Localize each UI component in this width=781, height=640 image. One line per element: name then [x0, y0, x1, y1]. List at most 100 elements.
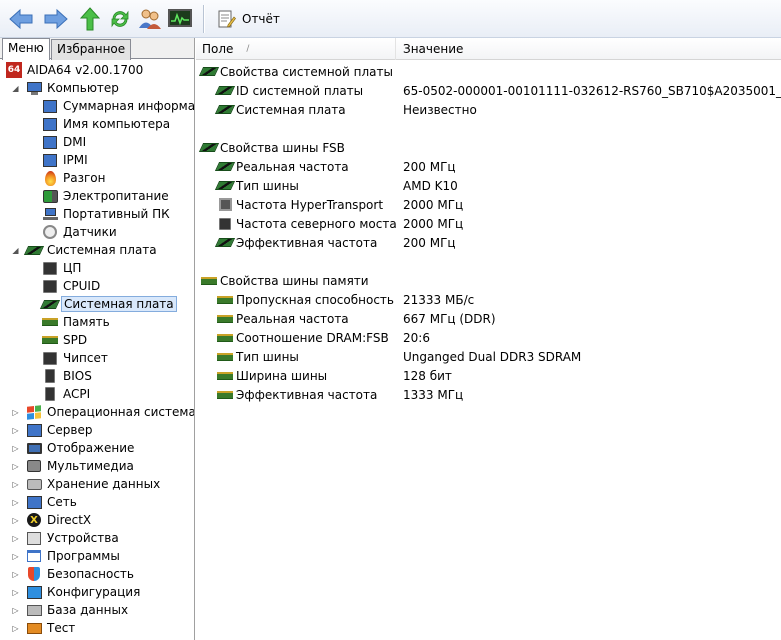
expand-arrow-icon[interactable]: ▷ — [11, 462, 20, 471]
toolbar-separator — [203, 5, 204, 33]
report-icon — [218, 10, 236, 28]
tree-item[interactable]: IPMI — [42, 151, 90, 169]
group-header-row[interactable]: Свойства системной платы — [196, 62, 781, 81]
tree-item[interactable]: ◢ Системная плата — [12, 241, 159, 259]
tree-item[interactable]: Суммарная информация — [42, 97, 194, 115]
up-button[interactable] — [76, 5, 104, 33]
tree-item-label: Конфигурация — [47, 585, 141, 599]
chip-icon — [217, 217, 233, 231]
property-value: 20:6 — [403, 330, 430, 345]
tree-item[interactable]: Память — [42, 313, 112, 331]
tree-item-label: Операционная система — [47, 405, 195, 419]
database-icon — [26, 602, 42, 618]
property-row[interactable]: Реальная частота 200 МГц — [196, 157, 781, 176]
tree-item[interactable]: ▷ База данных — [12, 601, 130, 619]
tree-item[interactable]: BIOS — [42, 367, 94, 385]
forward-button[interactable] — [42, 5, 70, 33]
config-icon — [26, 584, 42, 600]
expand-arrow-icon[interactable]: ▷ — [11, 534, 20, 543]
report-button[interactable]: Отчёт — [212, 6, 284, 32]
tree-item[interactable]: ▷ Устройства — [12, 529, 121, 547]
property-row[interactable]: Реальная частота 667 МГц (DDR) — [196, 309, 781, 328]
column-divider[interactable] — [395, 38, 396, 60]
property-name: Ширина шины — [236, 368, 328, 383]
expand-arrow-icon[interactable]: ▷ — [11, 426, 20, 435]
motherboard-icon — [214, 179, 236, 193]
tree-item[interactable]: ▷ Сеть — [12, 493, 79, 511]
expand-arrow-icon[interactable]: ▷ — [11, 516, 20, 525]
tree-item[interactable]: ▷ Безопасность — [12, 565, 136, 583]
tree-item[interactable]: Электропитание — [42, 187, 171, 205]
tree-item[interactable]: Разгон — [42, 169, 107, 187]
tree-item[interactable]: ▷ Конфигурация — [12, 583, 142, 601]
sensor-icon — [42, 224, 58, 240]
expand-arrow-icon[interactable]: ▷ — [11, 498, 20, 507]
group-header-row[interactable]: Свойства шины FSB — [196, 138, 781, 157]
expand-arrow-icon[interactable]: ▷ — [11, 588, 20, 597]
users-button[interactable] — [136, 5, 164, 33]
expand-arrow-icon[interactable]: ▷ — [11, 408, 20, 417]
tree-item[interactable]: ЦП — [42, 259, 83, 277]
aida-icon: 64 — [6, 62, 22, 78]
collapse-arrow-icon[interactable]: ◢ — [11, 84, 20, 93]
property-row[interactable]: Системная плата Неизвестно — [196, 100, 781, 119]
property-row[interactable]: Частота HyperTransport 2000 МГц — [196, 195, 781, 214]
tree-item-label: Сервер — [47, 423, 93, 437]
expand-arrow-icon[interactable]: ▷ — [11, 444, 20, 453]
tree-item-label: Тест — [47, 621, 76, 635]
tree-item[interactable]: ACPI — [42, 385, 92, 403]
property-row[interactable]: Пропускная способность 21333 МБ/с — [196, 290, 781, 309]
tree-item[interactable]: Системная плата — [39, 295, 177, 313]
group-header-row[interactable]: Свойства шины памяти — [196, 271, 781, 290]
column-value-header[interactable]: Значение — [403, 38, 463, 60]
report-label: Отчёт — [242, 12, 280, 26]
tree-item[interactable]: Портативный ПК — [42, 205, 172, 223]
property-value: Unganged Dual DDR3 SDRAM — [403, 349, 582, 364]
property-row[interactable]: Ширина шины 128 бит — [196, 366, 781, 385]
monitor-button[interactable] — [166, 5, 194, 33]
up-icon — [80, 7, 100, 31]
tree-item[interactable]: ◢ Компьютер — [12, 79, 121, 97]
refresh-button[interactable] — [106, 5, 134, 33]
property-row[interactable]: Тип шины AMD K10 — [196, 176, 781, 195]
tree-item[interactable]: Датчики — [42, 223, 119, 241]
tree-item-label: ЦП — [63, 261, 82, 275]
property-name: Пропускная способность — [236, 292, 394, 307]
expand-arrow-icon[interactable]: ▷ — [11, 480, 20, 489]
property-row[interactable]: ID системной платы 65-0502-000001-0010111… — [196, 81, 781, 100]
tree-item[interactable]: DMI — [42, 133, 88, 151]
expand-arrow-icon[interactable]: ▷ — [11, 624, 20, 633]
property-row[interactable]: Тип шины Unganged Dual DDR3 SDRAM — [196, 347, 781, 366]
test-icon — [26, 620, 42, 636]
expand-arrow-icon[interactable]: ▷ — [11, 570, 20, 579]
tree-item[interactable]: Имя компьютера — [42, 115, 172, 133]
tree-item[interactable]: 64 AIDA64 v2.00.1700 — [6, 61, 145, 79]
tree-item[interactable]: ▷ Мультимедиа — [12, 457, 136, 475]
expand-arrow-icon[interactable]: ▷ — [11, 606, 20, 615]
tree-item[interactable]: Чипсет — [42, 349, 110, 367]
property-value: 65-0502-000001-00101111-032612-RS760_SB7… — [403, 83, 781, 98]
property-row[interactable]: Соотношение DRAM:FSB 20:6 — [196, 328, 781, 347]
tree-item[interactable]: ▷ Сервер — [12, 421, 94, 439]
tree-item[interactable]: CPUID — [42, 277, 102, 295]
tree-item[interactable]: ▷ Отображение — [12, 439, 136, 457]
tree-item[interactable]: SPD — [42, 331, 89, 349]
column-value-label: Значение — [403, 42, 464, 56]
property-row[interactable]: Эффективная частота 200 МГц — [196, 233, 781, 252]
tree-item[interactable]: ▷ X DirectX — [12, 511, 93, 529]
back-button[interactable] — [7, 5, 35, 33]
property-row[interactable]: Эффективная частота 1333 МГц — [196, 385, 781, 404]
expand-arrow-icon[interactable]: ▷ — [11, 552, 20, 561]
property-value: 1333 МГц — [403, 387, 464, 402]
tree-item[interactable]: ▷ Программы — [12, 547, 122, 565]
property-row[interactable]: Частота северного моста 2000 МГц — [196, 214, 781, 233]
tree-item[interactable]: ▷ Тест — [12, 619, 77, 637]
tree-item[interactable]: ▷ Хранение данных — [12, 475, 162, 493]
tab-favorites[interactable]: Избранное — [51, 39, 132, 60]
tab-menu[interactable]: Меню — [2, 38, 50, 60]
column-field-header[interactable]: Поле / — [202, 38, 249, 60]
tree-item-label: ACPI — [63, 387, 91, 401]
tree-item[interactable]: ▷ Операционная система — [12, 403, 195, 421]
column-field-label: Поле — [202, 42, 234, 56]
collapse-arrow-icon[interactable]: ◢ — [11, 246, 20, 255]
